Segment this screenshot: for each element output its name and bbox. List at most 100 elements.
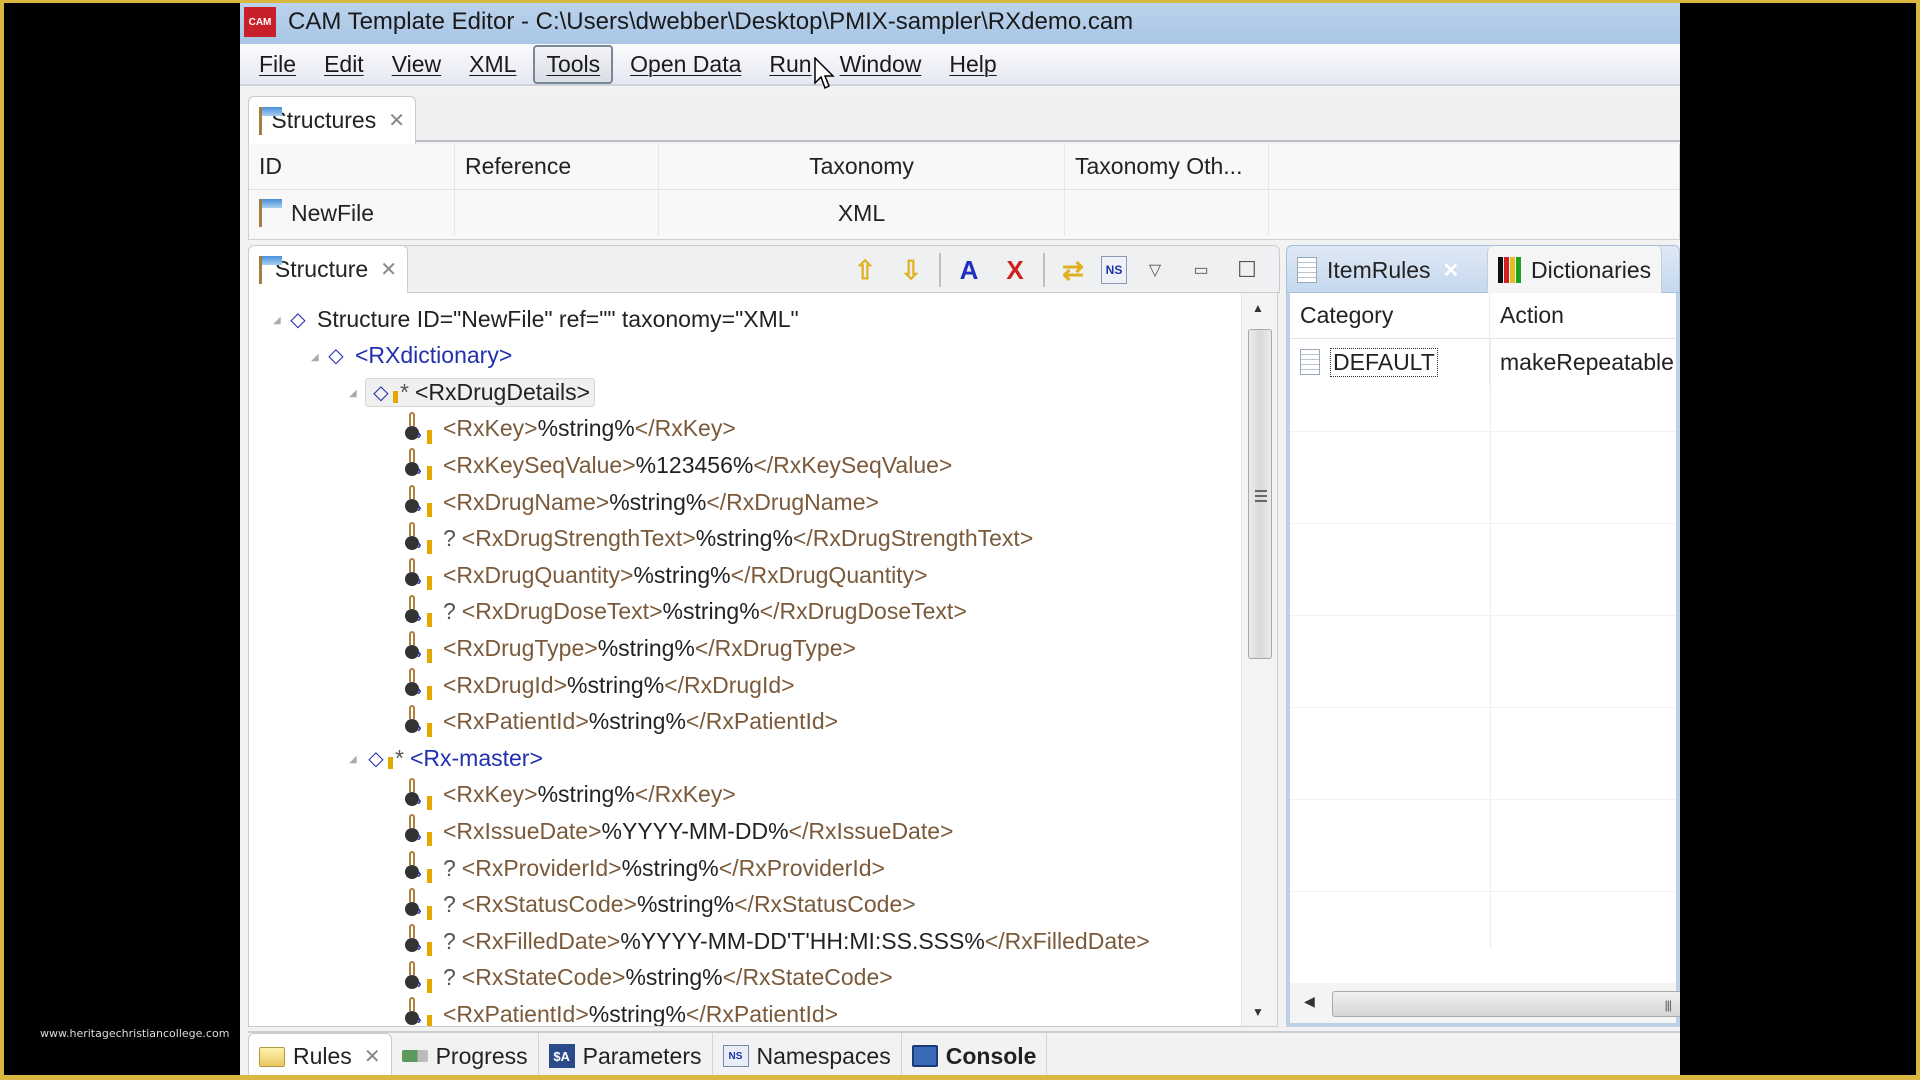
- tree-node-content: ›? <RxFilledDate> %YYYY-MM-DD'T'HH:MI:SS.S…: [405, 924, 1150, 958]
- tree-node-content: › <RxKey> %string% </RxKey>: [405, 777, 736, 812]
- tab-structures[interactable]: Structures ✕: [248, 96, 416, 144]
- progress-icon: [401, 1050, 428, 1062]
- column-header-reference[interactable]: Reference: [455, 144, 659, 189]
- refresh-icon[interactable]: ⇄: [1055, 252, 1091, 288]
- tree-node[interactable]: › <RxDrugQuantity> %string% </RxDrugQuantit…: [405, 557, 928, 593]
- close-tag: </RxDrugStrengthText>: [792, 525, 1034, 552]
- expand-toggle-icon[interactable]: ◢: [349, 754, 357, 765]
- scrollbar-thumb[interactable]: |||: [1332, 991, 1680, 1017]
- find-remove-icon[interactable]: X: [997, 252, 1033, 288]
- expand-toggle-icon[interactable]: ◢: [311, 352, 319, 363]
- tab-dictionaries[interactable]: Dictionaries: [1487, 246, 1663, 294]
- view-menu-icon[interactable]: ▽: [1137, 252, 1173, 288]
- tab-parameters[interactable]: $A Parameters: [539, 1033, 713, 1079]
- tree-node[interactable]: › <RxPatientId> %string% </RxPatientId>: [405, 996, 838, 1027]
- scroll-down-icon[interactable]: ▼: [1252, 1005, 1264, 1019]
- tree-node[interactable]: ›? <RxDrugDoseText> %string% </RxDrugDoseTe…: [405, 594, 967, 630]
- scroll-left-icon[interactable]: ◀: [1304, 993, 1315, 1010]
- tab-label: Parameters: [582, 1042, 702, 1069]
- tree-node[interactable]: ›? <RxProviderId> %string% </RxProviderId>: [405, 850, 885, 886]
- tab-label: Namespaces: [756, 1042, 891, 1069]
- namespace-icon[interactable]: NS: [1101, 256, 1127, 284]
- tree-node[interactable]: ◢ ◇ <RXdictionary>: [311, 338, 512, 374]
- cardinality-mark: ?: [443, 964, 456, 991]
- tree-node[interactable]: ›? <RxDrugStrengthText> %string% </RxDrugSt…: [405, 521, 1033, 557]
- open-tag: <RxDrugType>: [443, 634, 598, 661]
- node-diamond-icon: ◇: [370, 381, 398, 404]
- tab-console[interactable]: Console: [902, 1033, 1048, 1079]
- value-mask: %YYYY-MM-DD%: [601, 817, 789, 844]
- close-icon[interactable]: ✕: [380, 257, 397, 282]
- close-icon[interactable]: ✕: [1443, 258, 1460, 283]
- tree-node[interactable]: › <RxKeySeqValue> %123456% </RxKeySeqValue>: [405, 447, 952, 483]
- expand-toggle-icon[interactable]: ◢: [349, 388, 357, 399]
- column-header-taxonomy-other[interactable]: Taxonomy Oth...: [1065, 144, 1269, 189]
- close-icon[interactable]: ✕: [364, 1044, 381, 1069]
- minimize-icon[interactable]: ▭: [1183, 252, 1219, 288]
- tree-node[interactable]: › <RxKey> %string% </RxKey>: [405, 777, 736, 813]
- toolbar-separator: [939, 253, 941, 287]
- menu-bar: File Edit View XML Tools Open Data Run Window He…: [240, 44, 1680, 86]
- column-header-id[interactable]: ID: [249, 144, 455, 189]
- structure-flag-icon: [259, 255, 282, 284]
- horizontal-scrollbar[interactable]: ◀ |||: [1290, 983, 1680, 1023]
- find-add-icon[interactable]: A: [951, 252, 987, 288]
- column-header-action[interactable]: Action: [1490, 293, 1564, 338]
- tree-node-content: ›? <RxProviderId> %string% </RxProviderId>: [405, 851, 885, 885]
- root-label: Structure ID="NewFile" ref="" taxonomy="…: [317, 305, 799, 332]
- node-diamond-icon: ◇: [290, 308, 306, 331]
- vertical-scrollbar[interactable]: ▲ ▼: [1241, 293, 1277, 1026]
- menu-run[interactable]: Run: [758, 47, 822, 82]
- tree-node[interactable]: › <RxDrugType> %string% </RxDrugType>: [405, 630, 856, 666]
- open-tag: <RxKey>: [443, 415, 538, 442]
- tree-node[interactable]: ◢ ◇ * <RxDrugDetails>: [349, 374, 596, 410]
- close-icon[interactable]: ✕: [388, 108, 405, 133]
- tree-node[interactable]: › <RxKey> %string% </RxKey>: [405, 411, 736, 447]
- tree-node[interactable]: › <RxDrugId> %string% </RxDrugId>: [405, 667, 795, 703]
- table-row[interactable]: DEFAULT makeRepeatable: [1290, 339, 1676, 385]
- tree-node[interactable]: ◢ ◇ * <Rx-master>: [349, 740, 543, 776]
- menu-view[interactable]: View: [381, 47, 452, 82]
- menu-xml[interactable]: XML: [458, 47, 527, 82]
- menu-tools[interactable]: Tools: [533, 44, 614, 84]
- tab-namespaces[interactable]: NS Namespaces: [713, 1033, 902, 1079]
- tab-rules[interactable]: Rules ✕: [248, 1033, 392, 1079]
- value-mask: %string%: [609, 488, 707, 515]
- tree-node[interactable]: › <RxDrugName> %string% </RxDrugName>: [405, 484, 879, 520]
- column-header-category[interactable]: Category: [1290, 293, 1490, 338]
- tab-progress[interactable]: Progress: [392, 1033, 539, 1079]
- maximize-icon[interactable]: ☐: [1229, 252, 1265, 288]
- tab-itemrules[interactable]: ItemRules ✕: [1287, 246, 1469, 294]
- itemrules-panel: ItemRules ✕ Dictionaries Category Action…: [1286, 245, 1680, 1027]
- expand-toggle-icon[interactable]: ◢: [273, 315, 281, 326]
- move-down-icon[interactable]: ⇩: [893, 252, 929, 288]
- cell-category: DEFAULT: [1290, 339, 1490, 385]
- tree-node[interactable]: ›? <RxStateCode> %string% </RxStateCode>: [405, 960, 893, 996]
- menu-help[interactable]: Help: [938, 47, 1007, 82]
- tab-label: Console: [945, 1042, 1037, 1069]
- scrollbar-thumb[interactable]: [1248, 329, 1272, 659]
- menu-edit[interactable]: Edit: [313, 47, 375, 82]
- tree-node[interactable]: ◢ ◇ Structure ID="NewFile" ref="" taxonomy…: [273, 301, 799, 337]
- move-up-icon[interactable]: ⇧: [847, 252, 883, 288]
- tree-node[interactable]: › <RxPatientId> %string% </RxPatientId>: [405, 704, 838, 740]
- menu-open-data[interactable]: Open Data: [619, 47, 752, 82]
- tab-structure[interactable]: Structure ✕: [248, 245, 408, 293]
- close-tag: </RxIssueDate>: [788, 817, 954, 844]
- structure-toolbar: ⇧ ⇩ A X ⇄ NS ▽ ▭ ☐: [847, 250, 1265, 290]
- itemrules-table: Category Action DEFAULT makeRepeatable ◀…: [1286, 293, 1680, 1027]
- open-tag: <RxKeySeqValue>: [443, 451, 636, 478]
- tree-node[interactable]: › <RxIssueDate> %YYYY-MM-DD% </RxIssueDate>: [405, 813, 953, 849]
- tree-node-content: ›? <RxStateCode> %string% </RxStateCode>: [405, 960, 893, 995]
- menu-window[interactable]: Window: [829, 47, 933, 82]
- menu-file[interactable]: File: [248, 47, 307, 82]
- tree-node[interactable]: ›? <RxFilledDate> %YYYY-MM-DD'T'HH:MI:SS.S…: [405, 923, 1150, 959]
- column-header-taxonomy[interactable]: Taxonomy: [659, 144, 1065, 189]
- table-row[interactable]: NewFile XML: [249, 190, 1679, 236]
- scroll-up-icon[interactable]: ▲: [1252, 301, 1264, 315]
- tree-node[interactable]: ›? <RxStatusCode> %string% </RxStatusCode>: [405, 887, 916, 923]
- element-icon: ›: [405, 521, 435, 556]
- tree-node-content: › <RxDrugId> %string% </RxDrugId>: [405, 668, 795, 702]
- node-diamond-icon: ◇: [328, 345, 344, 368]
- open-tag: <RxPatientId>: [443, 1000, 589, 1027]
